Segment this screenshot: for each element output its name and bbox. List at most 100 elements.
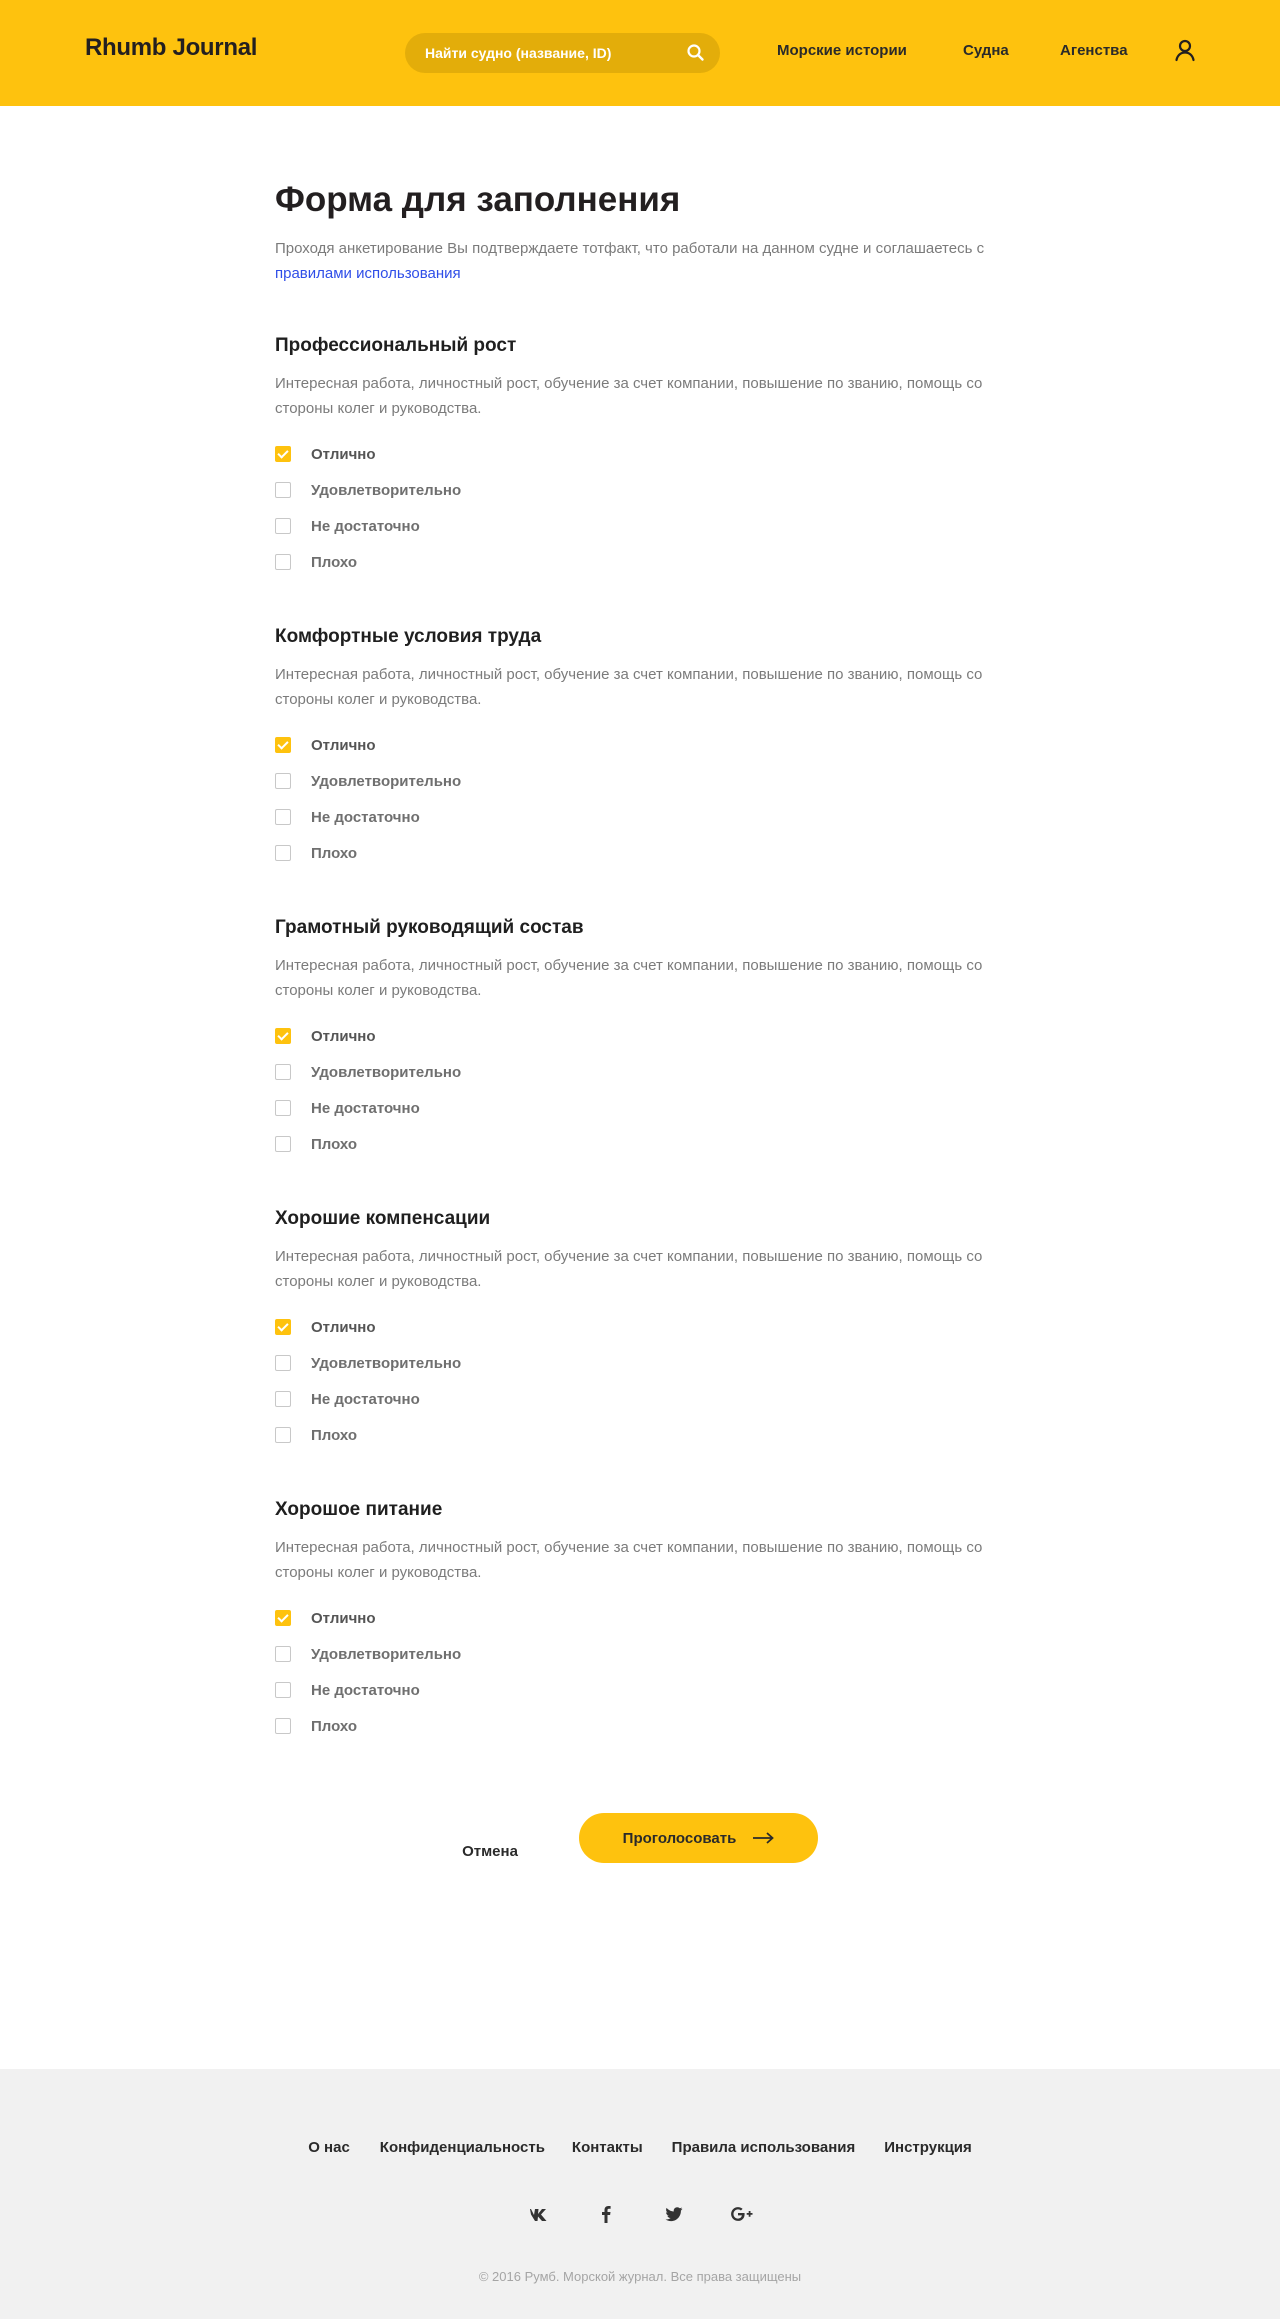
search-icon[interactable]: [686, 43, 706, 63]
site-logo[interactable]: Rhumb Journal: [85, 34, 257, 62]
rating-option-label: Плохо: [311, 844, 358, 862]
rating-option[interactable]: Плохо: [275, 548, 1015, 584]
rating-option[interactable]: Отлично: [275, 731, 1015, 767]
rating-option[interactable]: Удовлетворительно: [275, 1058, 1015, 1094]
rating-checkbox[interactable]: [275, 554, 291, 570]
rating-option[interactable]: Отлично: [275, 1604, 1015, 1640]
rating-checkbox[interactable]: [275, 809, 291, 825]
section-title: Грамотный руководящий состав: [275, 917, 584, 938]
facebook-icon[interactable]: [572, 2201, 640, 2227]
footer-link-about[interactable]: О нас: [308, 2139, 350, 2156]
rating-option[interactable]: Плохо: [275, 1712, 1015, 1748]
rating-option-label: Удовлетворительно: [311, 772, 462, 790]
rating-option[interactable]: Удовлетворительно: [275, 1349, 1015, 1385]
rating-option-label: Отлично: [311, 1027, 376, 1045]
rating-option-label: Плохо: [311, 1717, 358, 1735]
rating-checkbox[interactable]: [275, 1427, 291, 1443]
rating-checkbox[interactable]: [275, 1319, 291, 1335]
rating-option[interactable]: Плохо: [275, 839, 1015, 875]
cancel-button[interactable]: Отмена: [440, 1827, 540, 1877]
main-content: Форма для заполнения Проходя анкетирован…: [0, 106, 1280, 2319]
rating-option[interactable]: Не достаточно: [275, 1676, 1015, 1712]
site-footer: О нас Конфиденциальность Контакты Правил…: [0, 2069, 1280, 2319]
rating-checkbox[interactable]: [275, 1718, 291, 1734]
rating-option[interactable]: Удовлетворительно: [275, 767, 1015, 803]
section-title: Хорошое питание: [275, 1499, 443, 1520]
rating-option[interactable]: Удовлетворительно: [275, 1640, 1015, 1676]
nav-sea-stories[interactable]: Морские истории: [777, 42, 907, 59]
rating-checkbox[interactable]: [275, 1682, 291, 1698]
vk-icon[interactable]: [504, 2201, 572, 2227]
rating-option[interactable]: Не достаточно: [275, 1385, 1015, 1421]
rating-option[interactable]: Отлично: [275, 1022, 1015, 1058]
footer-link-terms[interactable]: Правила использования: [672, 2139, 856, 2156]
rating-checkbox[interactable]: [275, 1610, 291, 1626]
rating-checkbox[interactable]: [275, 737, 291, 753]
footer-link-contacts[interactable]: Контакты: [572, 2139, 643, 2156]
page-title: Форма для заполнения: [275, 180, 681, 219]
rating-section: Профессиональный рост Интересная работа, …: [275, 334, 1015, 584]
rating-option-label: Не достаточно: [311, 808, 420, 826]
rating-options: Отлично Удовлетворительно Не достаточно Пло…: [275, 440, 1015, 584]
rating-options: Отлично Удовлетворительно Не достаточно Пло…: [275, 1313, 1015, 1457]
rating-checkbox[interactable]: [275, 1391, 291, 1407]
rating-checkbox[interactable]: [275, 1064, 291, 1080]
footer-link-instructions[interactable]: Инструкция: [884, 2139, 972, 2156]
arrow-right-icon: [753, 1832, 775, 1844]
rating-option[interactable]: Не достаточно: [275, 1094, 1015, 1130]
rating-checkbox[interactable]: [275, 1646, 291, 1662]
rating-option[interactable]: Удовлетворительно: [275, 476, 1015, 512]
rating-checkbox[interactable]: [275, 1028, 291, 1044]
rating-option[interactable]: Отлично: [275, 440, 1015, 476]
section-description: Интересная работа, личностный рост, обуч…: [275, 375, 983, 417]
intro-text: Проходя анкетирование Вы подтверждаете т…: [275, 236, 995, 286]
rating-section: Грамотный руководящий состав Интересная р…: [275, 916, 1015, 1166]
nav-ships[interactable]: Судна: [963, 42, 1009, 59]
footer-links: О нас Конфиденциальность Контакты Правил…: [0, 2139, 1280, 2156]
site-header: Rhumb Journal Морские истории Судна Аген…: [0, 0, 1280, 106]
section-title: Хорошие компенсации: [275, 1208, 491, 1229]
rating-checkbox[interactable]: [275, 518, 291, 534]
rating-option[interactable]: Не достаточно: [275, 512, 1015, 548]
copyright: © 2016 Румб. Морской журнал. Все права з…: [478, 2269, 802, 2284]
search-bar: [405, 33, 720, 73]
section-description: Интересная работа, личностный рост, обуч…: [275, 1248, 983, 1290]
rating-checkbox[interactable]: [275, 482, 291, 498]
rating-option[interactable]: Плохо: [275, 1130, 1015, 1166]
twitter-icon[interactable]: [640, 2201, 708, 2227]
rating-option-label: Не достаточно: [311, 1099, 420, 1117]
rating-option-label: Плохо: [311, 1426, 358, 1444]
rating-options: Отлично Удовлетворительно Не достаточно Пло…: [275, 731, 1015, 875]
rating-option-label: Отлично: [311, 445, 376, 463]
rating-option[interactable]: Не достаточно: [275, 803, 1015, 839]
rating-option-label: Не достаточно: [311, 517, 420, 535]
rating-option-label: Отлично: [311, 736, 376, 754]
rating-checkbox[interactable]: [275, 1136, 291, 1152]
section-description: Интересная работа, личностный рост, обуч…: [275, 957, 983, 999]
vote-button[interactable]: Проголосовать: [579, 1813, 818, 1863]
rating-option-label: Удовлетворительно: [311, 1645, 462, 1663]
footer-link-privacy[interactable]: Конфиденциальность: [380, 2139, 545, 2156]
rating-option[interactable]: Плохо: [275, 1421, 1015, 1457]
rating-checkbox[interactable]: [275, 1100, 291, 1116]
rating-checkbox[interactable]: [275, 773, 291, 789]
terms-link[interactable]: правилами использования: [275, 265, 461, 282]
rating-option-label: Удовлетворительно: [311, 481, 462, 499]
user-icon[interactable]: [1173, 38, 1197, 62]
rating-checkbox[interactable]: [275, 446, 291, 462]
rating-section: Хорошое питание Интересная работа, личнос…: [275, 1498, 1015, 1748]
rating-option[interactable]: Отлично: [275, 1313, 1015, 1349]
section-description: Интересная работа, личностный рост, обуч…: [275, 666, 983, 708]
section-description: Интересная работа, личностный рост, обуч…: [275, 1539, 983, 1581]
rating-section: Хорошие компенсации Интересная работа, ли…: [275, 1207, 1015, 1457]
rating-option-label: Удовлетворительно: [311, 1063, 462, 1081]
rating-section: Комфортные условия труда Интересная работ…: [275, 625, 1015, 875]
nav-agencies[interactable]: Агенства: [1060, 42, 1128, 59]
rating-option-label: Удовлетворительно: [311, 1354, 462, 1372]
section-title: Комфортные условия труда: [275, 626, 542, 647]
google-plus-icon[interactable]: [708, 2201, 776, 2227]
rating-checkbox[interactable]: [275, 1355, 291, 1371]
search-input[interactable]: [405, 33, 720, 73]
rating-checkbox[interactable]: [275, 845, 291, 861]
rating-option-label: Плохо: [311, 553, 358, 571]
